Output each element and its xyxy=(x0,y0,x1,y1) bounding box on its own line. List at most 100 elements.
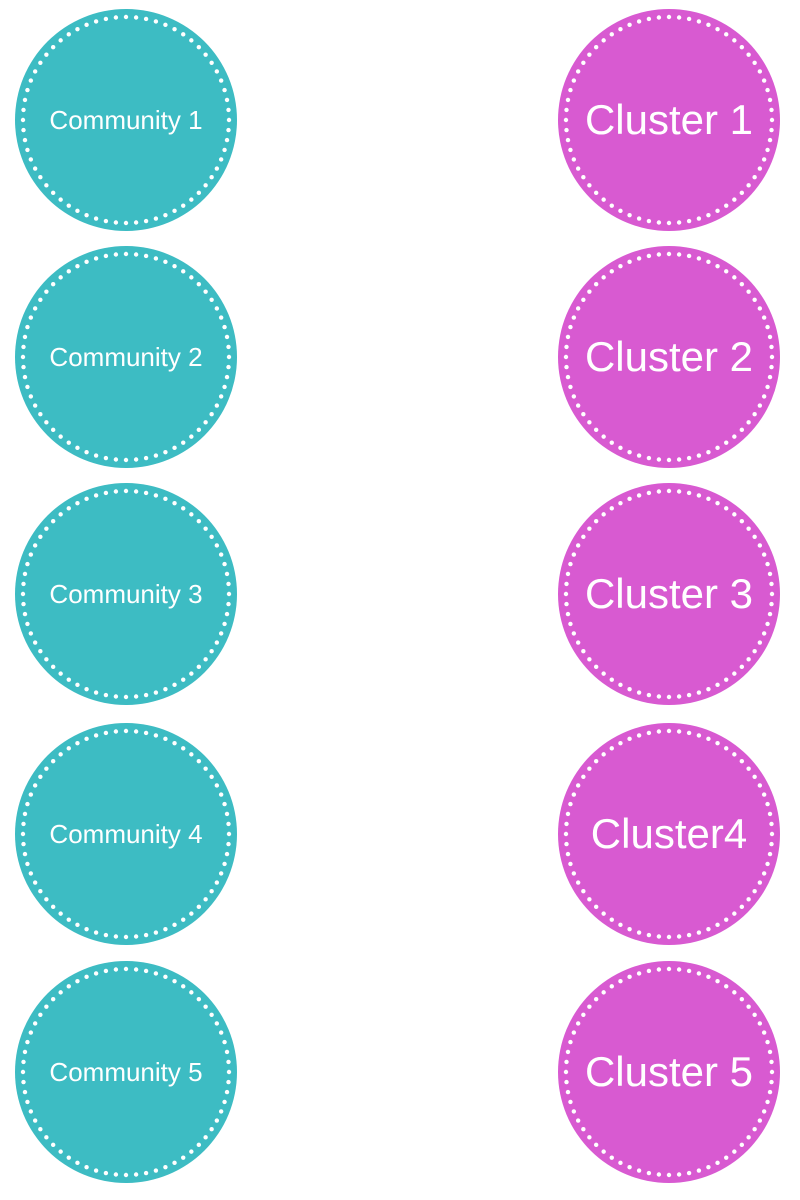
ring-dot xyxy=(38,1127,43,1132)
cluster-label: Cluster 1 xyxy=(584,96,754,143)
ring-dot xyxy=(203,657,208,662)
ring-dot xyxy=(739,904,745,910)
ring-dot xyxy=(93,256,99,261)
ring-dot xyxy=(593,904,599,910)
ring-dot xyxy=(636,930,642,935)
ring-dot xyxy=(75,922,80,928)
ring-dot xyxy=(732,752,737,757)
ring-dot xyxy=(666,966,672,972)
ring-dot xyxy=(222,561,227,567)
cluster-node-3: Cluster 3 xyxy=(558,483,780,705)
ring-dot xyxy=(568,87,573,93)
ring-dot xyxy=(761,315,767,320)
ring-dot xyxy=(153,971,159,976)
ring-dot xyxy=(676,934,682,939)
ring-dot xyxy=(93,733,99,738)
ring-dot xyxy=(568,621,573,627)
cluster-node-1: Cluster 1 xyxy=(558,9,780,231)
ring-dot xyxy=(715,26,720,32)
ring-dot xyxy=(103,692,109,698)
ring-dot xyxy=(209,774,214,779)
ring-dot xyxy=(656,729,662,734)
ring-dot xyxy=(565,811,571,817)
ring-dot xyxy=(564,127,569,133)
ring-dot xyxy=(25,861,30,867)
ring-dot xyxy=(58,752,63,757)
ring-dot xyxy=(732,434,737,439)
ring-dot xyxy=(715,682,720,688)
ring-dot xyxy=(32,783,38,788)
ring-dot xyxy=(563,354,569,360)
cluster-node-5: Cluster 5 xyxy=(558,961,780,1183)
ring-dot xyxy=(103,253,109,259)
ring-dot xyxy=(189,197,194,202)
ring-dot xyxy=(75,445,80,451)
ring-dot xyxy=(226,364,231,370)
ring-dot xyxy=(636,1168,642,1173)
ring-dot xyxy=(565,571,571,577)
ring-dot xyxy=(222,861,227,867)
ring-dot xyxy=(564,364,569,370)
ring-dot xyxy=(123,457,129,463)
ring-dot xyxy=(601,197,606,202)
ring-dot xyxy=(575,1021,581,1026)
ring-dot xyxy=(222,384,227,390)
ring-dot xyxy=(656,694,662,699)
ring-dot xyxy=(724,269,729,274)
ring-dot xyxy=(571,1030,577,1035)
ring-dot xyxy=(181,1155,186,1160)
ring-dot xyxy=(209,534,214,539)
ring-dot xyxy=(181,984,186,989)
ring-dot xyxy=(123,488,129,494)
ring-dot xyxy=(724,506,729,511)
ring-dot xyxy=(676,15,682,20)
ring-dot xyxy=(203,52,208,57)
ring-dot xyxy=(769,127,774,133)
ring-dot xyxy=(93,1168,99,1173)
ring-dot xyxy=(715,922,720,928)
ring-dot xyxy=(575,640,581,645)
ring-dot xyxy=(757,166,763,171)
ring-dot xyxy=(565,851,571,857)
ring-dot xyxy=(732,512,737,517)
ring-dot xyxy=(50,190,56,196)
ring-dot xyxy=(706,686,711,692)
ring-dot xyxy=(587,420,592,425)
ring-dot xyxy=(656,457,662,462)
ring-dot xyxy=(646,253,652,259)
ring-dot xyxy=(601,434,606,439)
ring-dot xyxy=(218,792,224,797)
ring-dot xyxy=(84,736,89,742)
cluster-label: Cluster 2 xyxy=(584,333,754,380)
ring-dot xyxy=(724,677,729,682)
ring-dot xyxy=(143,253,149,259)
ring-dot xyxy=(696,690,702,695)
ring-dot xyxy=(75,500,80,506)
ring-dot xyxy=(571,631,577,636)
ring-dot xyxy=(66,984,71,989)
ring-dot xyxy=(601,911,606,916)
ring-dot xyxy=(21,344,26,350)
ring-dot xyxy=(172,682,177,688)
ring-dot xyxy=(214,306,220,311)
ring-dot xyxy=(66,32,71,37)
ring-dot xyxy=(609,269,614,274)
ring-dot xyxy=(564,344,569,350)
ring-dot xyxy=(44,1135,49,1140)
ring-dot xyxy=(627,259,632,265)
ring-dot xyxy=(113,457,119,462)
ring-dot xyxy=(746,183,751,188)
ring-dot xyxy=(224,851,230,857)
ring-dot xyxy=(209,889,214,894)
ring-dot xyxy=(752,889,757,894)
ring-dot xyxy=(618,978,623,984)
ring-dot xyxy=(32,69,38,74)
ring-dot xyxy=(706,212,711,218)
ring-dot xyxy=(601,38,606,43)
ring-dot xyxy=(565,374,571,380)
ring-dot xyxy=(564,581,569,587)
ring-dot xyxy=(32,166,38,171)
ring-dot xyxy=(575,1118,581,1123)
ring-dot xyxy=(618,208,623,214)
ring-dot xyxy=(224,334,230,340)
